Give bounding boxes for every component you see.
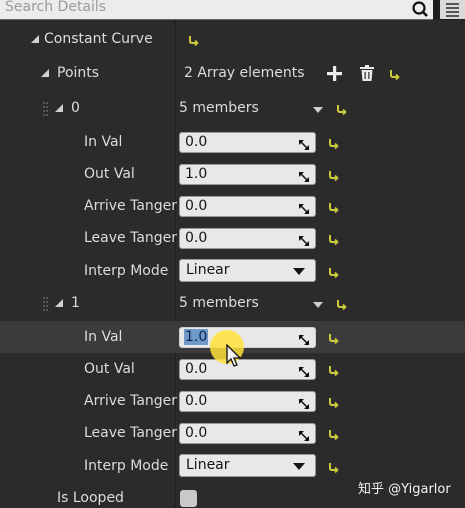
reset-arrow-icon[interactable]	[328, 266, 340, 279]
reset-arrow-icon[interactable]	[336, 103, 348, 116]
in-val-label: In Val	[84, 134, 123, 150]
points-label: Points	[57, 65, 100, 81]
reset-arrow-icon[interactable]	[328, 332, 340, 345]
search-field[interactable]: Search Details	[0, 0, 433, 20]
arrive-tangent-label: Arrive Tanger	[84, 393, 178, 409]
out-val-label: Out Val	[84, 361, 135, 377]
members-count: 5 members	[179, 295, 259, 311]
arrive-tangent-input[interactable]: 0.0	[179, 391, 316, 412]
reset-arrow-icon[interactable]	[328, 169, 340, 182]
resize-arrow-icon	[299, 429, 309, 441]
reset-arrow-icon[interactable]	[389, 68, 401, 81]
out-val-row: Out Val 1.0	[0, 158, 465, 190]
chevron-down-icon[interactable]	[313, 302, 323, 308]
chevron-down-icon[interactable]	[313, 107, 323, 113]
arrive-tangent-label: Arrive Tanger	[84, 198, 178, 214]
reset-arrow-icon[interactable]	[328, 137, 340, 150]
leave-tangent-row: Leave Tanger 0.0	[0, 222, 465, 254]
leave-tangent-input[interactable]: 0.0	[179, 228, 316, 249]
view-options-icon[interactable]	[440, 0, 465, 19]
arrive-tangent-row: Arrive Tanger 0.0	[0, 385, 465, 417]
chevron-down-icon	[293, 268, 305, 275]
drag-handle-icon[interactable]	[43, 297, 49, 311]
array-index-label: 1	[71, 295, 80, 311]
array-index-label: 0	[71, 100, 80, 116]
array-element-0-row: 0 5 members	[0, 93, 465, 125]
arrive-tangent-value: 0.0	[185, 393, 208, 409]
members-count: 5 members	[179, 100, 259, 116]
add-icon[interactable]	[327, 66, 342, 85]
resize-arrow-icon	[299, 170, 309, 182]
interp-mode-value: Linear	[186, 262, 230, 278]
arrive-tangent-value: 0.0	[185, 198, 208, 214]
in-val-label: In Val	[84, 329, 123, 345]
arrive-tangent-input[interactable]: 0.0	[179, 196, 316, 217]
resize-arrow-icon	[299, 138, 309, 150]
in-val-row: In Val 0.0	[0, 126, 465, 158]
constant-curve-label: Constant Curve	[44, 31, 153, 47]
points-count: 2 Array elements	[184, 65, 305, 81]
resize-arrow-icon	[299, 234, 309, 246]
expand-triangle-icon[interactable]	[55, 104, 63, 112]
resize-arrow-icon	[299, 333, 309, 345]
leave-tangent-input[interactable]: 0.0	[179, 423, 316, 444]
leave-tangent-label: Leave Tanger	[84, 230, 178, 246]
reset-arrow-icon[interactable]	[188, 34, 200, 47]
reset-arrow-icon[interactable]	[328, 201, 340, 214]
arrive-tangent-row: Arrive Tanger 0.0	[0, 190, 465, 222]
interp-mode-dropdown[interactable]: Linear	[179, 454, 316, 477]
is-looped-label: Is Looped	[57, 490, 124, 506]
points-row: Points 2 Array elements	[0, 58, 465, 90]
search-icon[interactable]	[407, 0, 433, 19]
details-toolbar: Search Details	[0, 0, 465, 20]
chevron-down-icon	[293, 463, 305, 470]
search-input[interactable]: Search Details	[5, 0, 106, 15]
reset-arrow-icon[interactable]	[328, 364, 340, 377]
interp-mode-label: Interp Mode	[84, 263, 169, 279]
trash-icon[interactable]	[360, 65, 374, 85]
resize-arrow-icon	[299, 397, 309, 409]
interp-mode-row: Interp Mode Linear	[0, 255, 465, 287]
in-val-input[interactable]: 0.0	[179, 132, 316, 153]
leave-tangent-row: Leave Tanger 0.0	[0, 417, 465, 449]
reset-arrow-icon[interactable]	[328, 461, 340, 474]
in-val-value: 1.0	[184, 329, 209, 345]
drag-handle-icon[interactable]	[43, 102, 49, 116]
in-val-input[interactable]: 1.0	[179, 327, 316, 348]
reset-arrow-icon[interactable]	[328, 396, 340, 409]
in-val-value: 0.0	[185, 134, 208, 150]
out-val-value: 1.0	[185, 166, 208, 182]
interp-mode-dropdown[interactable]: Linear	[179, 259, 316, 282]
out-val-input[interactable]: 0.0	[179, 359, 316, 380]
array-element-1-row: 1 5 members	[0, 288, 465, 320]
leave-tangent-value: 0.0	[185, 230, 208, 246]
out-val-input[interactable]: 1.0	[179, 164, 316, 185]
leave-tangent-value: 0.0	[185, 425, 208, 441]
interp-mode-value: Linear	[186, 457, 230, 473]
resize-arrow-icon	[299, 365, 309, 377]
resize-arrow-icon	[299, 202, 309, 214]
expand-triangle-icon[interactable]	[31, 35, 39, 43]
constant-curve-row: Constant Curve	[0, 24, 465, 56]
watermark-text: 知乎 @Yigarlor	[358, 482, 451, 497]
interp-mode-label: Interp Mode	[84, 458, 169, 474]
expand-triangle-icon[interactable]	[41, 69, 49, 77]
is-looped-checkbox[interactable]	[180, 490, 197, 507]
out-val-value: 0.0	[185, 361, 208, 377]
mouse-cursor-icon	[226, 343, 242, 372]
out-val-label: Out Val	[84, 166, 135, 182]
reset-arrow-icon[interactable]	[336, 298, 348, 311]
reset-arrow-icon[interactable]	[328, 233, 340, 246]
expand-triangle-icon[interactable]	[55, 299, 63, 307]
reset-arrow-icon[interactable]	[328, 428, 340, 441]
leave-tangent-label: Leave Tanger	[84, 425, 178, 441]
